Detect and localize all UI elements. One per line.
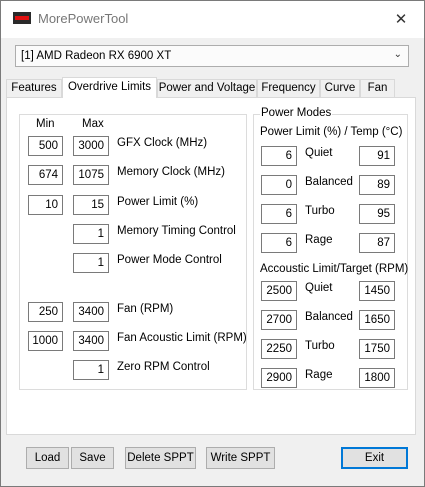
rage-power-limit-field[interactable]: 6 [261,233,297,253]
max-column-header: Max [82,118,104,130]
turbo-mode-label: Turbo [305,205,335,217]
balanced-mode-label: Balanced [305,176,353,188]
overdrive-limits-group: Min Max 500 3000 GFX Clock (MHz) 674 107… [19,114,247,390]
quiet-mode-label: Quiet [305,147,333,159]
device-dropdown-value: [1] AMD Radeon RX 6900 XT [21,50,172,62]
turbo-acoustic-label: Turbo [305,340,335,352]
app-window: MorePowerTool ✕ [1] AMD Radeon RX 6900 X… [0,0,425,487]
fan-rpm-label: Fan (RPM) [117,303,174,315]
turbo-acoustic-limit-field[interactable]: 2250 [261,339,297,359]
window-title: MorePowerTool [38,11,129,26]
memory-timing-control-field[interactable]: 1 [73,224,109,244]
balanced-temp-field[interactable]: 89 [359,175,395,195]
power-limit-label: Power Limit (%) [117,196,199,208]
rage-temp-field[interactable]: 87 [359,233,395,253]
acoustic-limit-target-header: Accoustic Limit/Target (RPM) [260,263,409,275]
power-mode-control-label: Power Mode Control [117,254,222,266]
quiet-power-limit-field[interactable]: 6 [261,146,297,166]
turbo-acoustic-target-field[interactable]: 1750 [359,339,395,359]
gfx-clock-label: GFX Clock (MHz) [117,137,208,149]
load-button[interactable]: Load [26,447,69,469]
tab-fan[interactable]: Fan [360,79,395,97]
device-dropdown[interactable]: [1] AMD Radeon RX 6900 XT ⌄ [15,45,409,67]
quiet-acoustic-target-field[interactable]: 1450 [359,281,395,301]
tab-power-and-voltage[interactable]: Power and Voltage [157,79,257,97]
logo-red-stripe [15,16,29,20]
balanced-acoustic-limit-field[interactable]: 2700 [261,310,297,330]
tab-strip: Features Overdrive Limits Power and Volt… [6,77,416,98]
tab-features[interactable]: Features [6,79,62,97]
tab-curve[interactable]: Curve [320,79,360,97]
write-sppt-button[interactable]: Write SPPT [206,447,275,469]
power-limit-temp-header: Power Limit (%) / Temp (°C) [260,126,403,138]
quiet-temp-field[interactable]: 91 [359,146,395,166]
delete-sppt-button[interactable]: Delete SPPT [125,447,196,469]
min-column-header: Min [36,118,55,130]
quiet-acoustic-label: Quiet [305,282,333,294]
power-limit-min-field[interactable]: 10 [28,195,63,215]
power-limit-max-field[interactable]: 15 [73,195,109,215]
balanced-power-limit-field[interactable]: 0 [261,175,297,195]
power-mode-control-field[interactable]: 1 [73,253,109,273]
rage-acoustic-label: Rage [305,369,333,381]
turbo-power-limit-field[interactable]: 6 [261,204,297,224]
balanced-acoustic-label: Balanced [305,311,353,323]
rage-acoustic-target-field[interactable]: 1800 [359,368,395,388]
balanced-acoustic-target-field[interactable]: 1650 [359,310,395,330]
chevron-down-icon: ⌄ [393,49,402,60]
memory-timing-control-label: Memory Timing Control [117,225,236,237]
rage-acoustic-limit-field[interactable]: 2900 [261,368,297,388]
gfx-clock-max-field[interactable]: 3000 [73,136,109,156]
app-logo-icon [13,12,31,24]
zero-rpm-control-label: Zero RPM Control [117,361,210,373]
close-icon[interactable]: ✕ [378,1,424,38]
fan-rpm-max-field[interactable]: 3400 [73,302,109,322]
memory-clock-label: Memory Clock (MHz) [117,166,225,178]
quiet-acoustic-limit-field[interactable]: 2500 [261,281,297,301]
memory-clock-min-field[interactable]: 674 [28,165,63,185]
power-modes-title: Power Modes [260,107,333,119]
gfx-clock-min-field[interactable]: 500 [28,136,63,156]
overdrive-limits-panel: Min Max 500 3000 GFX Clock (MHz) 674 107… [6,97,416,435]
turbo-temp-field[interactable]: 95 [359,204,395,224]
title-bar[interactable]: MorePowerTool ✕ [1,1,424,38]
fan-acoustic-min-field[interactable]: 1000 [28,331,63,351]
fan-acoustic-limit-label: Fan Acoustic Limit (RPM) [117,332,247,344]
tab-overdrive-limits[interactable]: Overdrive Limits [62,77,157,98]
rage-mode-label: Rage [305,234,333,246]
zero-rpm-control-field[interactable]: 1 [73,360,109,380]
fan-rpm-min-field[interactable]: 250 [28,302,63,322]
fan-acoustic-max-field[interactable]: 3400 [73,331,109,351]
exit-button[interactable]: Exit [341,447,408,469]
save-button[interactable]: Save [71,447,114,469]
memory-clock-max-field[interactable]: 1075 [73,165,109,185]
tab-frequency[interactable]: Frequency [257,79,320,97]
